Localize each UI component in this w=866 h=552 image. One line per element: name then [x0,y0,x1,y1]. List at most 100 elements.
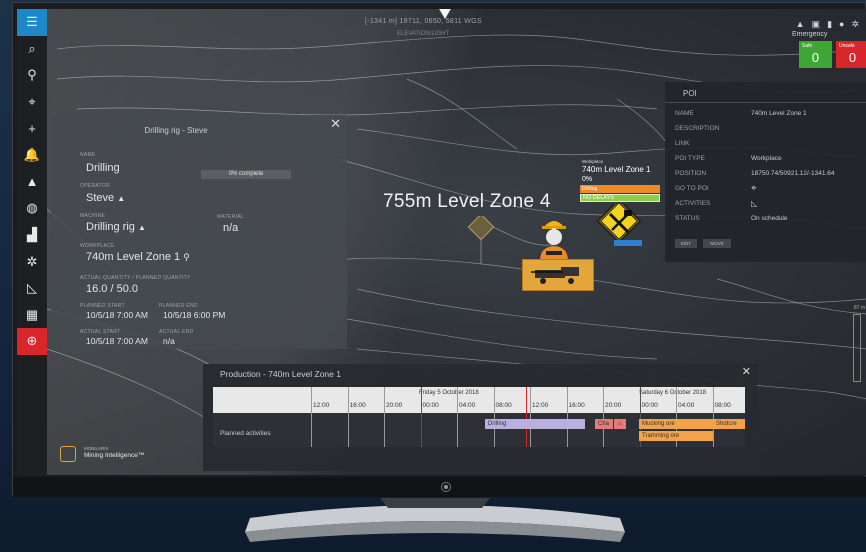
planned-start-value: 10/5/18 7:00 AM [86,310,148,320]
gantt-task[interactable]: Drilling [485,419,585,429]
machine-label: MACHINE [80,213,106,219]
machine-value: Drilling rig ▲ [86,221,146,233]
gantt-hour-label: 08:00 [495,402,512,409]
location-pin-icon[interactable]: ⚲ [17,62,47,89]
gantt-gridline [311,387,312,447]
workplace-name: 740m Level Zone 1 [86,251,181,263]
operator-label: OPERATOR [80,183,110,189]
gantt-hour-label: 20:00 [386,402,403,409]
drilling-rig-icon[interactable] [522,259,594,291]
poi-row-label: POSITION [675,170,707,177]
screen-icon[interactable]: ▣ [812,19,821,30]
brand-line-1: MOBILARIS [84,446,109,451]
planned-end-value: 10/5/18 6:00 PM [163,310,226,320]
edit-button[interactable]: EDIT [675,239,697,248]
material-value: n/a [223,222,239,234]
add-icon[interactable]: + [17,115,47,142]
production-title: Production - 740m Level Zone 1 [220,369,341,379]
poi-row-label: STATUS [675,215,700,222]
gantt-hour-label: 16:00 [568,402,585,409]
gantt-gridline [457,387,458,447]
warning-icon[interactable]: ▲ [796,19,805,30]
monitor-bezel [13,477,866,497]
app-screen: ☰ ⌕ ⚲ ⌖ + 🔔 ▲ ◍ ▟ ✲ ◺ ▦ ⊕ [-1341 m] 18711, 0650, 581… [17,9,866,475]
safe-label: Safe [802,43,813,49]
zone-label[interactable]: 755m Level Zone 4 [383,191,551,213]
actual-end-value: n/a [163,336,175,346]
gantt-hour-label: 20:00 [605,402,622,409]
battery-icon[interactable]: ▮ [827,19,832,30]
route-icon[interactable]: ⌖ [17,89,47,116]
gantt-hour-label: 08:00 [714,402,731,409]
gantt-task[interactable]: Shotcre [713,419,745,429]
globe-icon[interactable]: ◍ [17,195,47,222]
actual-start-value: 10/5/18 7:00 AM [86,336,148,346]
poi-row-label: DESCRIPTION [675,125,720,132]
operator-value: Steve ▲ [86,192,125,204]
poi-row-label: GO TO POI [675,185,709,192]
go-to-poi-icon[interactable]: ⌖ [751,183,757,194]
actual-start-label: ACTUAL START [80,329,121,335]
alarm-icon[interactable]: ⊕ [17,328,47,355]
power-button-icon[interactable] [441,482,451,492]
gantt-gridline [384,387,385,447]
quantity-value: 16.0 / 50.0 [86,283,138,295]
activity-bar: Drilling [580,185,660,193]
scale-label: 87 m [853,305,865,311]
machine-name: Drilling rig [86,221,135,233]
workplace-tag-type: Workplace [582,159,604,164]
brand-line-2: Mining Intelligence™ [84,452,145,459]
delay-bar: NO DELAYS [580,194,660,202]
settings-icon[interactable]: ✲ [17,248,47,275]
poi-row-value: 18750.74/50921.12/-1341.64 [751,170,835,177]
workplace-value[interactable]: 740m Level Zone 1 ⚲ [86,251,190,263]
logo-mark-icon [60,446,76,462]
safe-count-tile[interactable]: Safe 0 [799,41,832,68]
progress-bar: 0% complete [201,170,291,179]
gantt-day-label: Saturday 6 October 2018 [639,390,707,396]
warning-icon[interactable]: ▲ [17,169,47,196]
user-icon[interactable]: ● [839,19,844,30]
workplace-status-tag[interactable]: Workplace 740m Level Zone 1 0% Drilling … [580,159,660,207]
elevation-readout: ELEVATION/LIGHT [397,31,450,37]
poi-title: POI [683,89,697,98]
actual-end-label: ACTUAL END [159,329,194,335]
analytics-icon[interactable]: ▟ [17,222,47,249]
gantt-hour-label: 04:00 [459,402,476,409]
gantt-task[interactable]: Tramming ore [639,431,713,441]
emergency-title: Emergency [792,31,828,38]
gantt-task[interactable]: Mucking ore [639,419,713,429]
unsafe-count: 0 [848,50,857,65]
blast-icon[interactable]: ♨ [614,419,626,429]
unsafe-count-tile[interactable]: Unsafe 0 [836,41,866,68]
progress-text: 0% complete [228,171,264,177]
zoom-slider[interactable] [853,314,861,382]
poi-row-label: LINK [675,140,690,147]
settings-icon[interactable]: ✲ [851,19,859,30]
move-button[interactable]: MOVE [703,239,731,248]
location-pin-icon: ⚲ [183,252,190,262]
monitor-stand [245,498,625,542]
gantt-task[interactable]: Cha [595,419,613,429]
activities-chart-icon[interactable]: ◺ [751,199,757,208]
bell-icon[interactable]: 🔔 [17,142,47,169]
workplace-sign-icon[interactable] [592,198,652,253]
poi-row-value: 740m Level Zone 1 [751,110,807,117]
name-value: Drilling [86,162,120,174]
poi-marker-icon[interactable] [467,213,495,271]
coordinate-readout: [-1341 m] 18711, 0650, 5811 WGS [365,18,482,25]
close-icon[interactable]: ✕ [742,365,751,378]
unsafe-label: Unsafe [839,43,855,49]
gantt-gridline [566,387,568,447]
close-icon[interactable]: ✕ [330,116,341,132]
name-label: NAME [80,152,96,158]
current-time-line [526,387,527,447]
chart-icon[interactable]: ◺ [17,275,47,302]
poi-row-label: POI TYPE [675,155,705,162]
poi-row-label: ACTIVITIES [675,200,711,207]
menu-icon[interactable]: ☰ [17,9,47,36]
search-icon[interactable]: ⌕ [17,36,47,63]
grid-icon[interactable]: ▦ [17,302,47,329]
divider [665,102,866,103]
poi-detail-panel: POI EDIT MOVE NAME 740m Level Zone 1 DESCR… [665,82,866,262]
